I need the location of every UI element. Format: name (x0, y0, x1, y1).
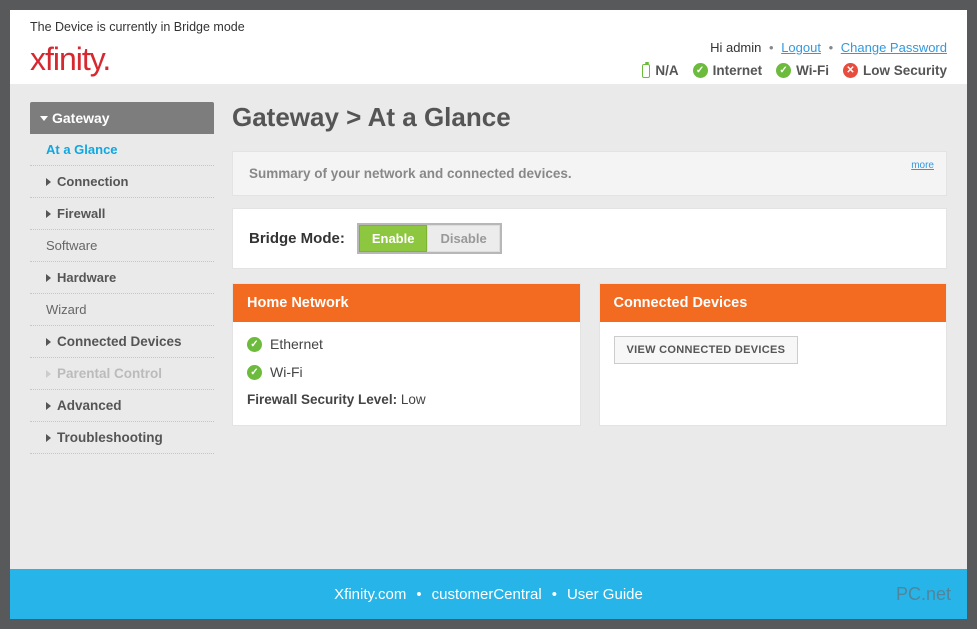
footer: Xfinity.com • customerCentral • User Gui… (10, 569, 967, 619)
connected-devices-card: Connected Devices VIEW CONNECTED DEVICES (599, 283, 948, 426)
wifi-text: Wi-Fi (796, 63, 829, 78)
user-line: Hi admin • Logout • Change Password (642, 40, 947, 55)
connected-devices-title: Connected Devices (600, 284, 947, 322)
view-connected-devices-button[interactable]: VIEW CONNECTED DEVICES (614, 336, 799, 364)
nav-firewall[interactable]: Firewall (30, 198, 214, 230)
nav-connection-label: Connection (57, 174, 129, 189)
ethernet-row: ✓ Ethernet (247, 336, 566, 352)
firewall-value: Low (401, 392, 426, 407)
footer-pcnet: PC.net (896, 584, 951, 605)
nav-at-a-glance-label: At a Glance (46, 142, 118, 157)
firewall-label: Firewall Security Level: (247, 392, 397, 407)
nav-parental-control: Parental Control (30, 358, 214, 390)
nav-advanced[interactable]: Advanced (30, 390, 214, 422)
nav-connection[interactable]: Connection (30, 166, 214, 198)
security-text: Low Security (863, 63, 947, 78)
status-security: ✕ Low Security (843, 63, 947, 78)
nav-software-label: Software (46, 238, 97, 253)
nav-troubleshooting[interactable]: Troubleshooting (30, 422, 214, 454)
bridge-mode-label: Bridge Mode: (249, 230, 345, 247)
internet-text: Internet (713, 63, 763, 78)
chevron-right-icon (46, 338, 51, 346)
battery-icon (642, 64, 650, 78)
logout-link[interactable]: Logout (781, 40, 821, 55)
chevron-right-icon (46, 178, 51, 186)
status-internet: ✓ Internet (693, 63, 763, 78)
chevron-right-icon (46, 434, 51, 442)
chevron-right-icon (46, 274, 51, 282)
header-right: Hi admin • Logout • Change Password N/A … (642, 40, 947, 78)
wifi-label: Wi-Fi (270, 364, 303, 380)
check-icon: ✓ (776, 63, 791, 78)
sidebar: Gateway At a Glance Connection Firewall … (30, 102, 214, 549)
nav-hardware-label: Hardware (57, 270, 116, 285)
change-password-link[interactable]: Change Password (841, 40, 947, 55)
home-network-title: Home Network (233, 284, 580, 322)
x-icon: ✕ (843, 63, 858, 78)
check-icon: ✓ (693, 63, 708, 78)
bridge-mode-notice: The Device is currently in Bridge mode (30, 20, 947, 34)
main-content: Gateway > At a Glance Summary of your ne… (232, 102, 947, 549)
status-battery: N/A (642, 63, 678, 78)
bridge-enable-button[interactable]: Enable (359, 225, 428, 252)
battery-text: N/A (655, 63, 678, 78)
home-network-card: Home Network ✓ Ethernet ✓ Wi-Fi Firewall… (232, 283, 581, 426)
nav-parental-label: Parental Control (57, 366, 162, 381)
separator-dot: • (416, 586, 421, 603)
nav-advanced-label: Advanced (57, 398, 122, 413)
bridge-mode-toggle: Enable Disable (357, 223, 502, 254)
user-greeting: Hi admin (710, 40, 761, 55)
nav-firewall-label: Firewall (57, 206, 105, 221)
check-icon: ✓ (247, 337, 262, 352)
summary-text: Summary of your network and connected de… (249, 166, 572, 181)
footer-customercentral-link[interactable]: customerCentral (432, 586, 542, 603)
separator-dot: • (829, 40, 834, 55)
nav-troubleshooting-label: Troubleshooting (57, 430, 163, 445)
page-title: Gateway > At a Glance (232, 102, 947, 133)
status-wifi: ✓ Wi-Fi (776, 63, 829, 78)
check-icon: ✓ (247, 365, 262, 380)
caret-down-icon (40, 116, 48, 121)
firewall-row: Firewall Security Level: Low (247, 392, 566, 407)
xfinity-logo: xfinity. (30, 41, 110, 78)
chevron-right-icon (46, 402, 51, 410)
chevron-right-icon (46, 370, 51, 378)
nav-gateway[interactable]: Gateway (30, 102, 214, 134)
summary-box: Summary of your network and connected de… (232, 151, 947, 196)
chevron-right-icon (46, 210, 51, 218)
bridge-mode-box: Bridge Mode: Enable Disable (232, 208, 947, 269)
footer-userguide-link[interactable]: User Guide (567, 586, 643, 603)
nav-software[interactable]: Software (30, 230, 214, 262)
nav-gateway-label: Gateway (52, 110, 110, 126)
ethernet-label: Ethernet (270, 336, 323, 352)
status-line: N/A ✓ Internet ✓ Wi-Fi ✕ Low Security (642, 63, 947, 78)
nav-at-a-glance[interactable]: At a Glance (30, 134, 214, 166)
separator-dot: • (769, 40, 774, 55)
bridge-disable-button[interactable]: Disable (427, 225, 499, 252)
nav-wizard-label: Wizard (46, 302, 86, 317)
header: The Device is currently in Bridge mode x… (10, 10, 967, 84)
nav-hardware[interactable]: Hardware (30, 262, 214, 294)
wifi-row: ✓ Wi-Fi (247, 364, 566, 380)
summary-more-link[interactable]: more (911, 160, 934, 171)
nav-connected-devices[interactable]: Connected Devices (30, 326, 214, 358)
nav-connected-devices-label: Connected Devices (57, 334, 182, 349)
separator-dot: • (552, 586, 557, 603)
nav-wizard[interactable]: Wizard (30, 294, 214, 326)
footer-xfinity-link[interactable]: Xfinity.com (334, 586, 406, 603)
